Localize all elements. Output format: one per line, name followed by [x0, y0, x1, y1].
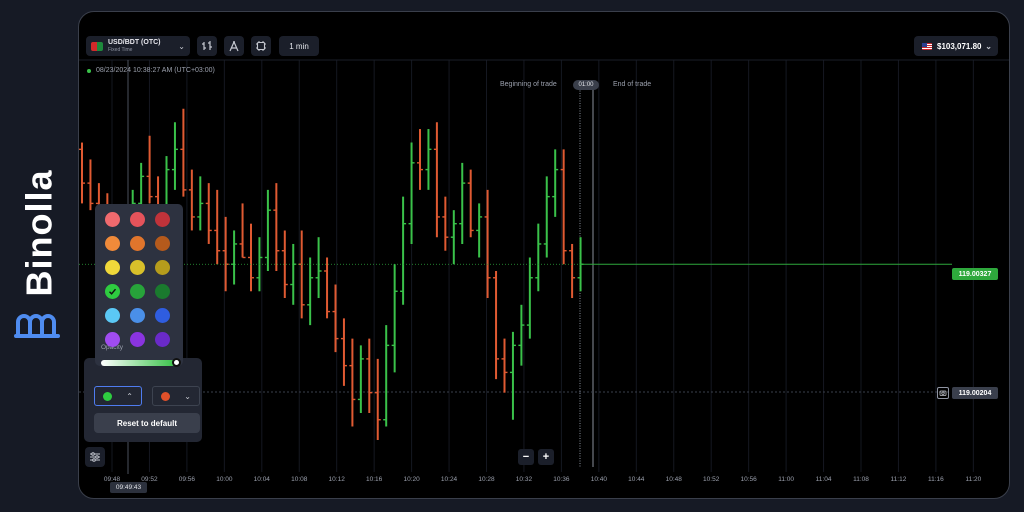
- time-tick-label: 11:04: [815, 476, 832, 483]
- color-swatch[interactable]: [130, 236, 145, 251]
- time-tick-label: 10:00: [216, 476, 233, 483]
- indicator-icon: [256, 41, 266, 51]
- end-of-trade-label: End of trade: [613, 81, 652, 88]
- color-swatch[interactable]: [105, 236, 120, 251]
- brand-wordmark: Binolla: [18, 169, 60, 297]
- time-tick-label: 11:20: [965, 476, 982, 483]
- asset-selector[interactable]: USD/BDT (OTC) Fixed Time ⌄: [86, 36, 190, 56]
- color-swatch[interactable]: [105, 260, 120, 275]
- us-flag-icon: [922, 42, 932, 50]
- zoom-in-button[interactable]: +: [538, 449, 554, 465]
- color-swatch[interactable]: [155, 260, 170, 275]
- timeframe-selector[interactable]: 1 min: [279, 36, 319, 56]
- screenshot-icon[interactable]: [937, 387, 949, 399]
- reset-to-default-button[interactable]: Reset to default: [94, 413, 200, 433]
- balance-amount: $103,071.80: [937, 41, 982, 51]
- up-candle-color-select[interactable]: ⌃: [94, 386, 142, 406]
- camera-icon: [939, 390, 947, 396]
- time-tick-label: 10:04: [253, 476, 270, 483]
- chevron-down-icon: ⌄: [184, 391, 191, 401]
- time-tick-label: 10:40: [590, 476, 607, 483]
- asset-name: USD/BDT (OTC): [108, 39, 161, 46]
- color-palette-popup: Opacity: [95, 204, 183, 367]
- bars-chart-icon: [202, 41, 212, 50]
- check-icon: [109, 288, 117, 295]
- server-time: 08/23/2024 10:38:27 AM (UTC+03:00): [87, 67, 215, 74]
- time-tick-label: 10:56: [740, 476, 757, 483]
- time-tick-label: 10:12: [328, 476, 345, 483]
- chevron-down-icon: ⌄: [985, 41, 992, 51]
- server-time-text: 08/23/2024 10:38:27 AM (UTC+03:00): [96, 67, 215, 74]
- time-tick-label: 11:16: [927, 476, 944, 483]
- trade-timer: 01:00: [573, 80, 599, 90]
- color-swatch[interactable]: [130, 308, 145, 323]
- brand-sidebar: Binolla: [0, 0, 78, 512]
- time-tick-label: 11:00: [778, 476, 794, 483]
- color-swatch[interactable]: [155, 236, 170, 251]
- color-swatch[interactable]: [130, 332, 145, 347]
- trading-window: USD/BDT (OTC) Fixed Time ⌄ 1 min $103,07…: [78, 11, 1010, 499]
- color-swatch[interactable]: [130, 212, 145, 227]
- time-tick-label: 10:32: [515, 476, 533, 483]
- chart-type-button[interactable]: [197, 36, 217, 56]
- time-tick-label: 10:36: [553, 476, 570, 483]
- reference-price-tag: 119.00204: [952, 387, 998, 399]
- chevron-down-icon: ⌄: [178, 41, 185, 51]
- opacity-slider-knob[interactable]: [172, 358, 181, 367]
- online-dot-icon: [87, 68, 91, 73]
- time-tick-label: 09:56: [178, 476, 196, 483]
- top-toolbar: USD/BDT (OTC) Fixed Time ⌄ 1 min $103,07…: [79, 12, 1009, 60]
- asset-type: Fixed Time: [108, 47, 133, 53]
- sliders-icon: [90, 452, 100, 462]
- time-tick-label: 10:28: [478, 476, 495, 483]
- chevron-up-icon: ⌃: [126, 391, 133, 401]
- chart-settings-button[interactable]: [85, 447, 105, 467]
- color-swatch[interactable]: [130, 260, 145, 275]
- down-color-dot: [161, 391, 170, 401]
- drawing-tools-button[interactable]: [224, 36, 244, 56]
- color-swatch[interactable]: [130, 284, 145, 299]
- time-tick-label: 10:08: [291, 476, 308, 483]
- bd-flag-icon: [91, 41, 103, 51]
- color-swatch[interactable]: [105, 212, 120, 227]
- color-swatch[interactable]: [105, 332, 120, 347]
- beginning-of-trade-label: Beginning of trade: [500, 81, 557, 88]
- time-tick-label: 11:08: [853, 476, 869, 483]
- up-color-dot: [103, 391, 112, 401]
- time-tick-label: 10:48: [665, 476, 682, 483]
- time-tick-label: 10:52: [703, 476, 720, 483]
- crosshair-time-label: 09:49:43: [110, 482, 147, 493]
- compass-icon: [229, 41, 239, 52]
- color-swatch[interactable]: [155, 284, 170, 299]
- current-price-tag: 119.00327: [952, 268, 998, 280]
- time-tick-label: 10:20: [403, 476, 420, 483]
- time-tick-label: 11:12: [890, 476, 907, 483]
- color-swatch[interactable]: [155, 332, 170, 347]
- indicators-button[interactable]: [251, 36, 271, 56]
- time-tick-label: 10:16: [366, 476, 383, 483]
- color-swatch[interactable]: [105, 308, 120, 323]
- color-swatch[interactable]: [155, 308, 170, 323]
- down-candle-color-select[interactable]: ⌄: [152, 386, 200, 406]
- account-balance[interactable]: $103,071.80 ⌄: [914, 36, 998, 56]
- binolla-logo-icon: [14, 314, 60, 338]
- color-swatch[interactable]: [155, 212, 170, 227]
- opacity-slider[interactable]: [101, 358, 181, 367]
- color-swatch[interactable]: [105, 284, 120, 299]
- time-tick-label: 10:24: [440, 476, 458, 483]
- time-tick-label: 10:44: [628, 476, 645, 483]
- zoom-out-button[interactable]: −: [518, 449, 534, 465]
